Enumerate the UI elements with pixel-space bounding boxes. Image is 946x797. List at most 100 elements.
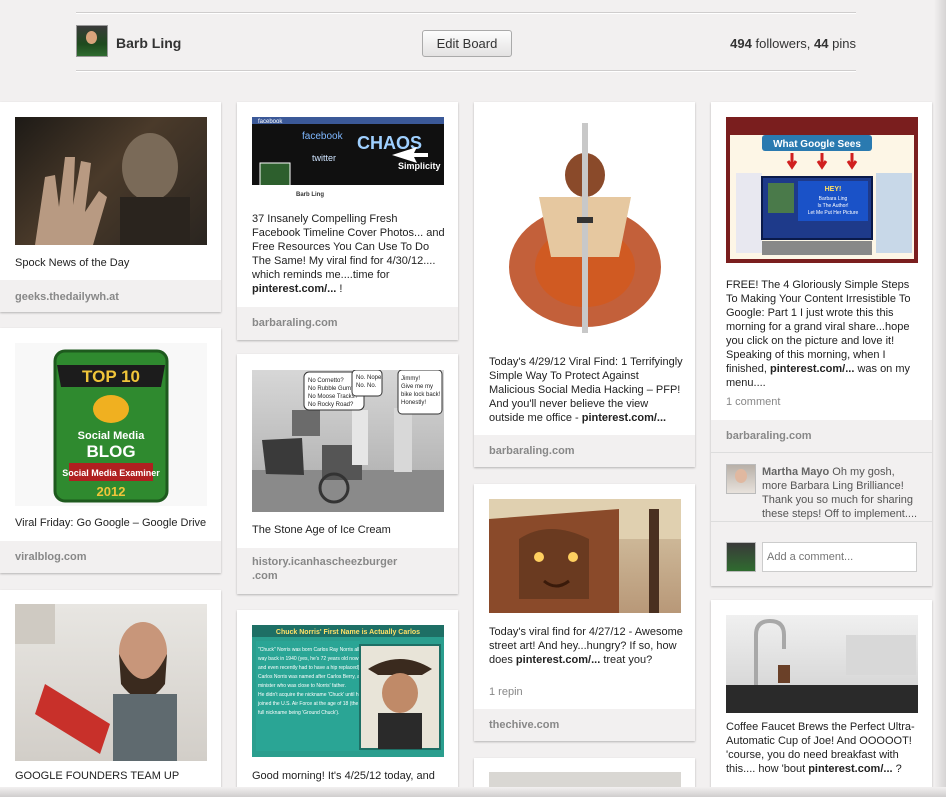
pin-image[interactable]: No Cornetto? No Rubble Gum? No Moose Tra… [252,370,444,512]
pin-image[interactable] [15,604,207,761]
svg-text:joined the U.S. Air Force at t: joined the U.S. Air Force at the age of … [257,701,359,707]
pin-source[interactable]: thechive.com [474,709,695,741]
google-sees-image: What Google Sees HEY! Barbara Ling Is Th… [730,121,914,259]
pin-source[interactable]: barbaraling.com [474,435,695,467]
svg-text:facebook: facebook [302,131,344,142]
header-bottom-divider [76,70,856,72]
pin-chuck-norris[interactable]: Chuck Norris' First Name is Actually Car… [237,610,458,790]
pin-link[interactable]: pinterest.com/... [516,654,600,666]
svg-text:minister who was close to Norr: minister who was close to Norris' father… [258,683,346,689]
svg-text:No Rubble Gum?: No Rubble Gum? [308,386,355,392]
facebook-cover-name: Barb Ling [296,192,324,198]
pin-ice-cream[interactable]: No Cornetto? No Rubble Gum? No Moose Tra… [237,354,458,594]
svg-text:No Rocky Road?: No Rocky Road? [308,402,354,408]
samurai-image [509,123,661,333]
svg-text:bike lock back!: bike lock back! [401,392,441,398]
svg-text:He didn't acquire the nickname: He didn't acquire the nickname 'Chuck' u… [258,692,362,698]
pin-street-art[interactable]: Today's viral find for 4/27/12 - Awesome… [474,484,695,741]
svg-text:BLOG: BLOG [86,442,135,461]
pin-description: The Stone Age of Ice Cream [252,524,391,536]
pin-image[interactable] [15,117,207,245]
pin-top10[interactable]: TOP 10 Social Media BLOG Social Media Ex… [0,328,221,573]
pin-link[interactable]: pinterest.com/... [808,763,892,775]
pin-image[interactable]: What Google Sees HEY! Barbara Ling Is Th… [726,117,918,263]
pin-google-founders[interactable]: GOOGLE FOUNDERS TEAM UP WITH JAMES CAMER… [0,590,221,790]
frame-right-edge [934,0,946,797]
pin-description: Spock News of the Day [15,257,130,269]
pin-link[interactable]: pinterest.com/... [770,363,854,375]
svg-text:No Cornetto?: No Cornetto? [308,378,344,384]
pin-image[interactable]: facebook facebook CHAOS twitter Simplici… [252,117,444,203]
owner-name[interactable]: Barb Ling [116,35,181,51]
svg-text:No. Nope.: No. Nope. [356,375,383,381]
pin-link[interactable]: pinterest.com/... [252,283,336,295]
pin-facebook-covers[interactable]: facebook facebook CHAOS twitter Simplici… [237,102,458,340]
commenter-avatar[interactable] [726,464,756,494]
pin-source[interactable]: barbaraling.com [711,420,932,453]
top10-badge-image: TOP 10 Social Media BLOG Social Media Ex… [53,349,169,503]
pin-google-sees[interactable]: What Google Sees HEY! Barbara Ling Is Th… [711,102,932,586]
frame-bottom-edge [0,787,946,797]
pin-image[interactable] [489,117,681,345]
svg-text:Let Me Put Her Picture: Let Me Put Her Picture [808,210,859,216]
followers-count[interactable]: 494 [730,36,752,51]
pin-description: Today's viral find for 4/27/12 - Awesome… [489,626,683,666]
pin-description: 37 Insanely Compelling Fresh Facebook Ti… [252,213,445,295]
pin-description: Good morning! It's 4/25/12 today, and [252,770,435,782]
pin-image[interactable]: Chuck Norris' First Name is Actually Car… [252,625,444,757]
svg-text:Social Media: Social Media [78,430,146,442]
svg-text:Give me my: Give me my [401,384,433,390]
header-top-divider [76,12,856,14]
svg-text:twitter: twitter [312,153,336,163]
pin-description: FREE! The 4 Gloriously Simple Steps To M… [726,279,911,389]
pin-source[interactable]: barbaraling.com [237,307,458,340]
pins-label: pins [832,36,856,51]
edit-board-button[interactable]: Edit Board [422,30,512,57]
pin-coffee-faucet[interactable]: Coffee Faucet Brews the Perfect Ultra-Au… [711,600,932,790]
svg-text:2012: 2012 [97,484,126,499]
svg-text:Chuck Norris' First Name is Ac: Chuck Norris' First Name is Actually Car… [276,629,420,636]
svg-text:No Moose Tracks?: No Moose Tracks? [308,394,359,400]
svg-text:HEY!: HEY! [825,186,842,193]
comment-text: Martha Mayo Oh my gosh, more Barbara Lin… [762,466,918,520]
pin-source-link[interactable]: history.icanhascheezburger [252,556,397,568]
pin-next-partial[interactable] [474,758,695,790]
followers-label: followers, [755,36,811,51]
pin-source-link[interactable]: barbaraling.com [252,317,338,329]
pin-source[interactable]: viralblog.com [0,541,221,573]
pin-source-link[interactable]: thechive.com [489,719,559,731]
owner-avatar[interactable] [76,25,108,57]
pin-description: GOOGLE FOUNDERS TEAM UP WITH JAMES CAMER… [15,770,180,782]
pin-image[interactable]: TOP 10 Social Media BLOG Social Media Ex… [15,343,207,506]
comment-count[interactable]: 1 comment [726,396,780,408]
pin-image[interactable] [726,615,918,713]
pin-source-link[interactable]: barbaraling.com [726,430,812,442]
chuck-norris-infographic: Chuck Norris' First Name is Actually Car… [252,625,444,751]
pin-source-link[interactable]: barbaraling.com [489,445,575,457]
google-founders-photo [15,604,177,761]
pin-source[interactable]: geeks.thedailywh.at [0,280,221,312]
repin-count[interactable]: 1 repin [489,686,523,698]
pin-samurai[interactable]: Today's 4/29/12 Viral Find: 1 Terrifying… [474,102,695,467]
svg-text:Jimmy!: Jimmy! [401,376,420,382]
pin-source[interactable]: history.icanhascheezburger .com [237,548,458,594]
add-comment-input[interactable] [762,542,917,572]
facebook-logo-text: facebook [258,119,283,125]
spock-photo [35,133,190,245]
svg-text:full nickname being 'Ground Ch: full nickname being 'Ground Chuck'). [258,710,339,716]
facebook-cover-image: facebook facebook CHAOS twitter Simplici… [252,117,444,203]
svg-text:and even recently had to have: and even recently had to have a hip repl… [258,665,361,671]
pins-count[interactable]: 44 [814,36,828,51]
pin-source-link[interactable]: geeks.thedailywh.at [15,291,119,303]
commenter-name[interactable]: Martha Mayo [762,466,829,478]
board-stats: 494 followers, 44 pins [730,36,856,51]
svg-text:No. No.: No. No. [356,383,377,389]
comment-thread: Martha Mayo Oh my gosh, more Barbara Lin… [711,453,932,522]
svg-text:Carlos Norris was named after: Carlos Norris was named after Carlos Ber… [258,674,360,680]
pin-source-link[interactable]: viralblog.com [15,551,87,563]
pin-spock[interactable]: Spock News of the Day geeks.thedailywh.a… [0,102,221,312]
pin-image[interactable] [489,499,681,613]
pin-link[interactable]: pinterest.com/... [582,412,666,424]
pin-source-link-tail[interactable]: .com [252,570,278,582]
svg-text:TOP 10: TOP 10 [82,367,140,386]
